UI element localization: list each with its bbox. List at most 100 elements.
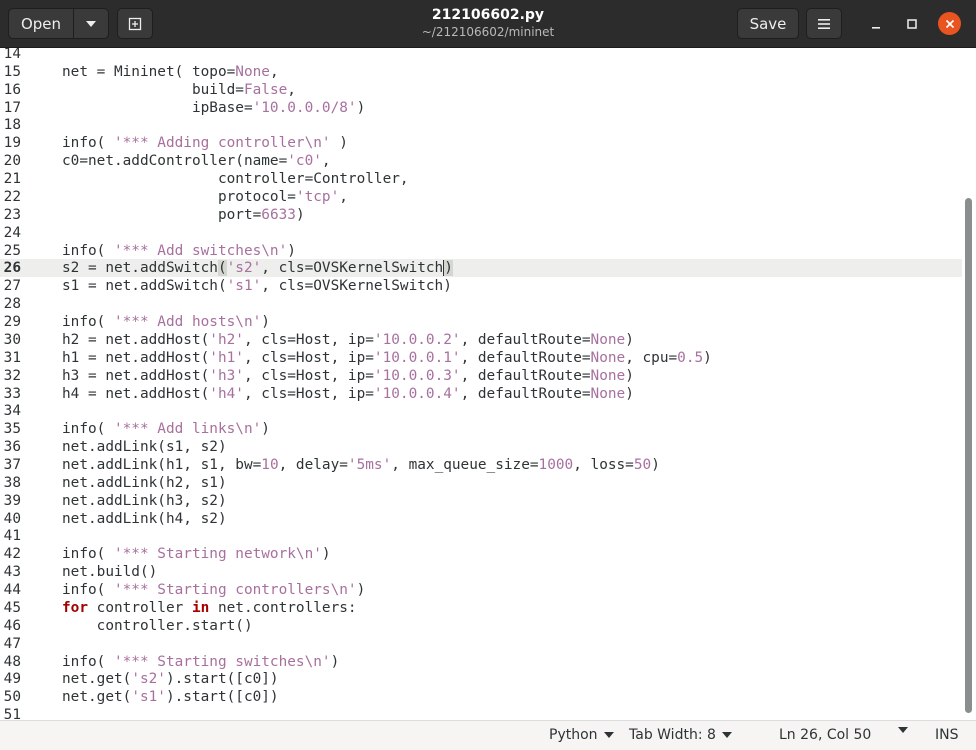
line-text: info( '*** Starting controllers\n') bbox=[62, 581, 365, 599]
code-line[interactable]: 45 for controller in net.controllers: bbox=[0, 599, 962, 617]
line-number: 19 bbox=[3, 135, 21, 152]
code-line[interactable]: 17 ipBase='10.0.0.0/8') bbox=[0, 99, 962, 117]
cursor-position-selector[interactable]: Ln 26, Col 50 bbox=[779, 727, 871, 743]
code-line[interactable]: 30 h2 = net.addHost('h2', cls=Host, ip='1… bbox=[0, 331, 962, 349]
code-line[interactable]: 14 bbox=[0, 48, 962, 63]
minimize-button[interactable] bbox=[866, 14, 886, 34]
tab-width-selector[interactable]: Tab Width: 8 bbox=[629, 727, 732, 743]
code-line[interactable]: 31 h1 = net.addHost('h1', cls=Host, ip='1… bbox=[0, 349, 962, 367]
code-editor[interactable]: 14 15 net = Mininet( topo=None, 16 build=Fa… bbox=[0, 48, 976, 720]
line-number: 44 bbox=[3, 582, 21, 599]
code-line[interactable]: 50 net.get('s1').start([c0]) bbox=[0, 688, 962, 706]
code-line[interactable]: 49 net.get('s2').start([c0]) bbox=[0, 670, 962, 688]
line-number: 35 bbox=[3, 421, 21, 438]
line-text: ipBase='10.0.0.0/8') bbox=[62, 99, 365, 117]
code-token: , loss= bbox=[573, 457, 634, 473]
code-line[interactable]: 20 c0=net.addController(name='c0', bbox=[0, 152, 962, 170]
code-token: net.addLink(h4, s2) bbox=[62, 510, 227, 527]
code-token: net.build() bbox=[62, 564, 158, 581]
code-line[interactable]: 47 bbox=[0, 635, 962, 653]
code-line[interactable]: 44 info( '*** Starting controllers\n') bbox=[0, 581, 962, 599]
code-line[interactable]: 23 port=6633) bbox=[0, 206, 962, 224]
position-dropdown[interactable] bbox=[898, 727, 908, 733]
code-line[interactable]: 29 info( '*** Add hosts\n') bbox=[0, 313, 962, 331]
line-number: 39 bbox=[3, 492, 21, 509]
line-text: net.addLink(h3, s2) bbox=[62, 492, 227, 510]
save-button[interactable]: Save bbox=[737, 8, 799, 39]
code-line[interactable]: 48 info( '*** Starting switches\n') bbox=[0, 653, 962, 671]
hamburger-menu-button[interactable] bbox=[806, 8, 842, 39]
code-line[interactable]: 40 net.addLink(h4, s2) bbox=[0, 510, 962, 528]
string-token: '*** Starting controllers\n' bbox=[113, 582, 357, 599]
keyword-token: in bbox=[191, 599, 210, 616]
line-text: net.get('s1').start([c0]) bbox=[62, 688, 279, 706]
string-token: '10.0.0.3' bbox=[373, 367, 461, 384]
code-line[interactable]: 43 net.build() bbox=[0, 563, 962, 581]
code-line[interactable]: 15 net = Mininet( topo=None, bbox=[0, 63, 962, 81]
code-line[interactable]: 18 bbox=[0, 116, 962, 134]
code-token: s2 = net.addSwitch bbox=[62, 260, 218, 277]
code-token: net.get( bbox=[62, 689, 132, 706]
code-line[interactable]: 37 net.addLink(h1, s1, bw=10, delay='5ms'… bbox=[0, 456, 962, 474]
line-number: 45 bbox=[3, 599, 21, 616]
scrollbar-thumb[interactable] bbox=[965, 198, 972, 713]
code-line[interactable]: 33 h4 = net.addHost('h4', cls=Host, ip='1… bbox=[0, 385, 962, 403]
code-token: , cpu= bbox=[625, 349, 678, 366]
code-line[interactable]: 34 bbox=[0, 402, 962, 420]
code-token: , bbox=[321, 153, 331, 170]
constant-token: 10 bbox=[261, 457, 279, 473]
line-text: controller.start() bbox=[62, 617, 253, 635]
code-line[interactable]: 51 bbox=[0, 706, 962, 720]
code-token: net.get( bbox=[62, 671, 132, 688]
code-line[interactable]: 21 controller=Controller, bbox=[0, 170, 962, 188]
line-number: 42 bbox=[3, 546, 21, 563]
code-token: s1 = net.addSwitch( bbox=[62, 278, 227, 295]
tab-width-label: Tab Width: 8 bbox=[629, 727, 716, 743]
code-line[interactable]: 38 net.addLink(h2, s1) bbox=[0, 474, 962, 492]
line-text: info( '*** Add switches\n') bbox=[62, 242, 296, 260]
line-text: for controller in net.controllers: bbox=[62, 599, 357, 617]
line-number: 33 bbox=[3, 385, 21, 402]
code-line[interactable]: 26 s2 = net.addSwitch('s2', cls=OVSKernel… bbox=[0, 259, 962, 278]
code-line[interactable]: 16 build=False, bbox=[0, 81, 962, 99]
code-line[interactable]: 42 info( '*** Starting network\n') bbox=[0, 545, 962, 563]
line-number: 18 bbox=[3, 117, 21, 134]
code-token: ipBase= bbox=[62, 99, 253, 116]
maximize-button[interactable] bbox=[902, 14, 922, 34]
string-token: 'h3' bbox=[209, 367, 244, 384]
code-token: c0=net.addController(name= bbox=[62, 153, 288, 170]
code-line[interactable]: 19 info( '*** Adding controller\n' ) bbox=[0, 134, 962, 152]
code-line[interactable]: 24 bbox=[0, 224, 962, 242]
code-line[interactable]: 28 bbox=[0, 295, 962, 313]
line-number: 20 bbox=[3, 153, 21, 170]
line-number: 49 bbox=[3, 671, 21, 688]
code-line[interactable]: 39 net.addLink(h3, s2) bbox=[0, 492, 962, 510]
code-line[interactable]: 27 s1 = net.addSwitch('s1', cls=OVSKernel… bbox=[0, 277, 962, 295]
code-token: ) bbox=[295, 206, 305, 223]
code-token: info( bbox=[62, 242, 114, 259]
code-token: , bbox=[339, 188, 348, 205]
line-number: 29 bbox=[3, 314, 21, 331]
code-token: net.addLink(h1, s1, bw= bbox=[62, 457, 262, 473]
line-text: h4 = net.addHost('h4', cls=Host, ip='10.… bbox=[62, 385, 634, 403]
code-line[interactable]: 36 net.addLink(s1, s2) bbox=[0, 438, 962, 456]
cursor-position-label: Ln 26, Col 50 bbox=[779, 727, 872, 743]
close-window-button[interactable] bbox=[938, 12, 961, 35]
code-line[interactable]: 41 bbox=[0, 527, 962, 545]
string-token: 'c0' bbox=[287, 153, 322, 170]
code-line[interactable]: 32 h3 = net.addHost('h3', cls=Host, ip='1… bbox=[0, 367, 962, 385]
code-token: ) bbox=[330, 135, 348, 152]
line-number: 48 bbox=[3, 653, 21, 670]
string-token: '*** Add hosts\n' bbox=[113, 314, 262, 331]
line-number: 15 bbox=[3, 63, 21, 80]
language-selector[interactable]: Python bbox=[549, 727, 614, 743]
code-line[interactable]: 25 info( '*** Add switches\n') bbox=[0, 242, 962, 260]
line-number: 31 bbox=[3, 349, 21, 366]
line-number: 17 bbox=[3, 99, 21, 116]
insert-mode-indicator: INS bbox=[935, 727, 959, 743]
code-line[interactable]: 22 protocol='tcp', bbox=[0, 188, 962, 206]
code-line[interactable]: 35 info( '*** Add links\n') bbox=[0, 420, 962, 438]
code-line[interactable]: 46 controller.start() bbox=[0, 617, 962, 635]
constant-token: 1000 bbox=[538, 457, 574, 473]
insert-mode-label: INS bbox=[935, 727, 959, 743]
